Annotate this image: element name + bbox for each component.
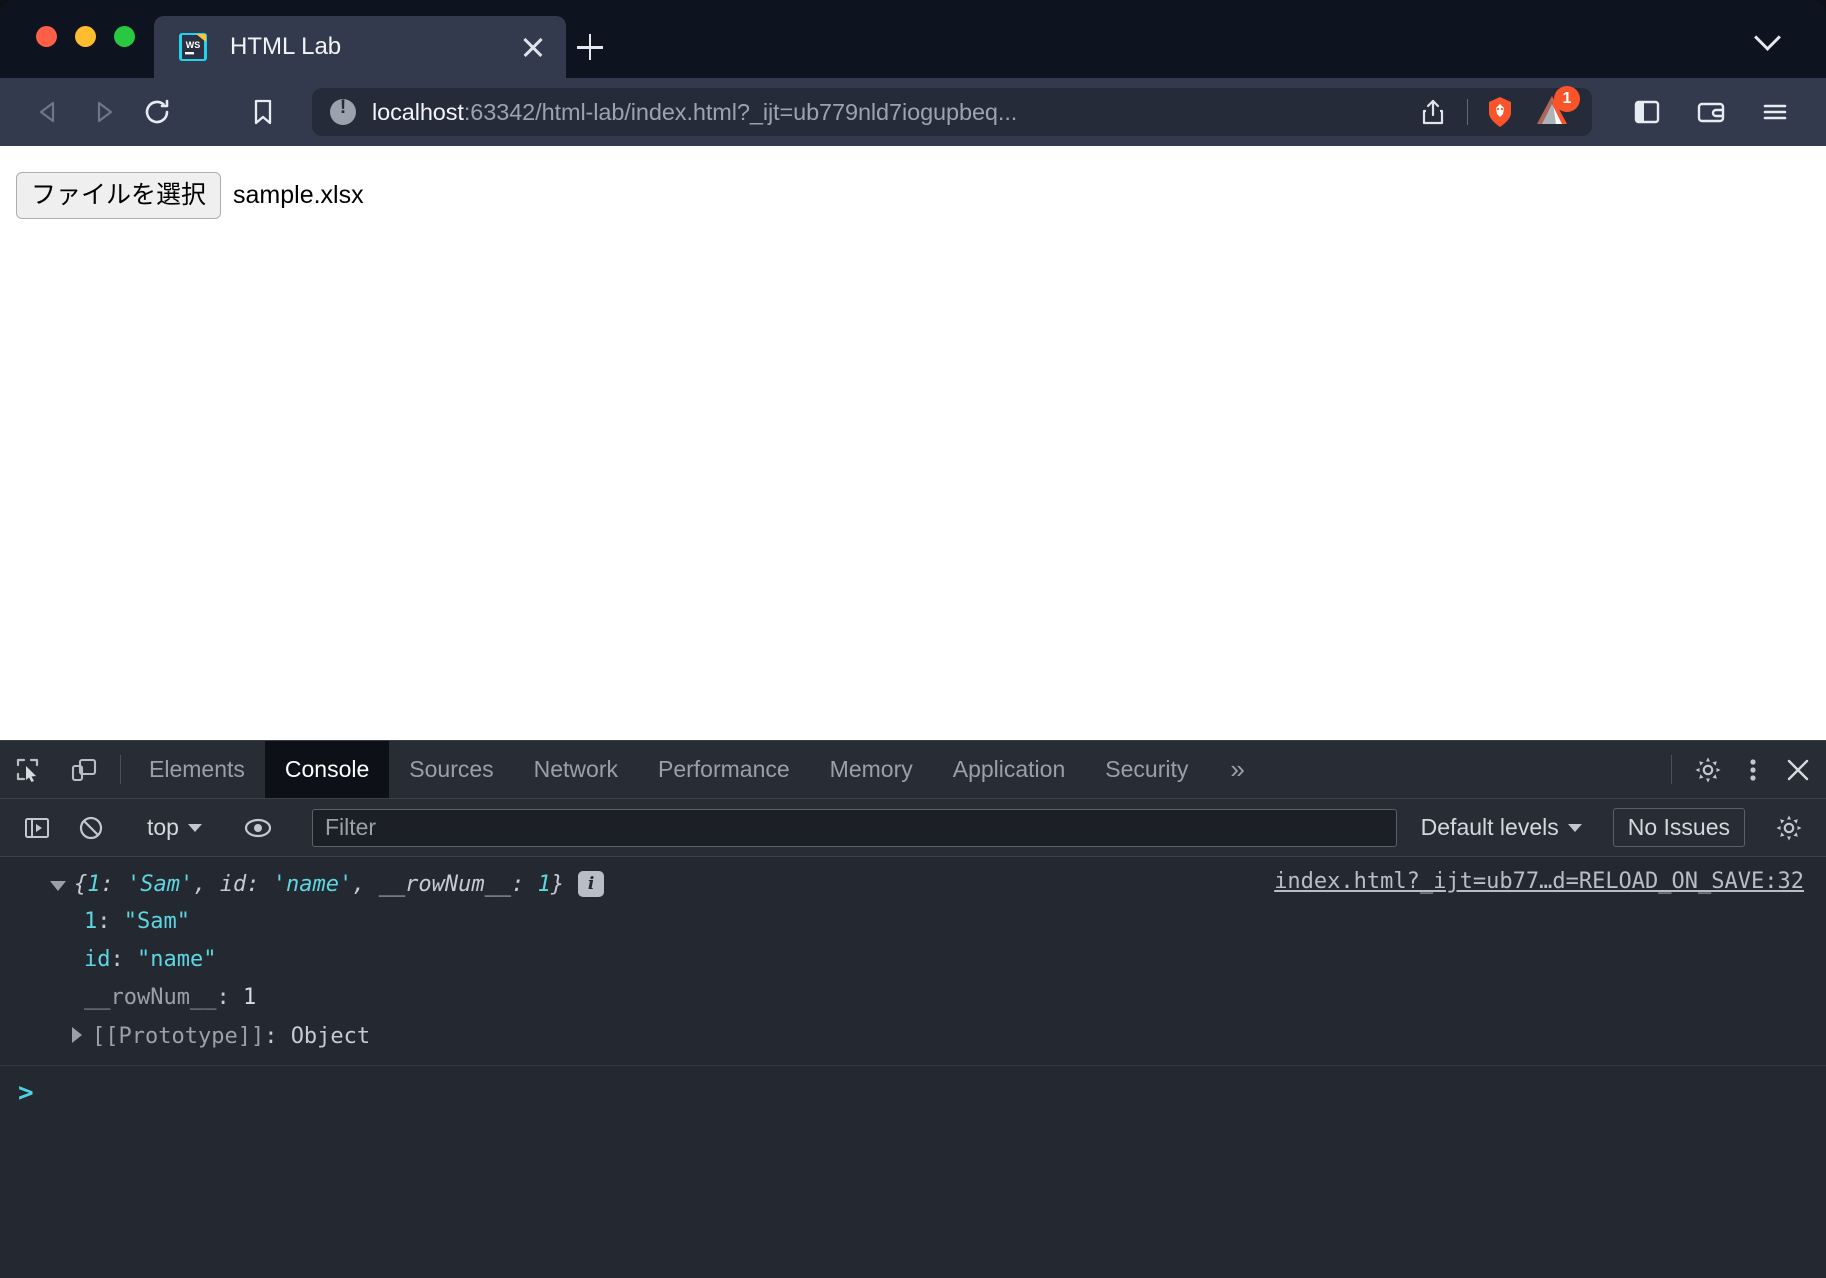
brave-lion-icon[interactable] [1482,94,1518,130]
chevron-down-icon[interactable] [1754,28,1784,48]
console-filter-input[interactable] [312,809,1397,847]
browser-tab-title: HTML Lab [230,33,518,61]
tab-sources[interactable]: Sources [389,741,513,798]
svg-text:WS: WS [186,40,201,50]
forward-arrow-icon[interactable] [76,85,130,139]
object-preview-text: {1: 'Sam', id: 'name', __rowNum__: 1} [74,872,564,897]
prototype-label: [[Prototype]] [92,1024,264,1049]
console-output[interactable]: index.html?_ijt=ub77…d=RELOAD_ON_SAVE:32… [0,857,1826,1278]
console-settings-gear-icon[interactable] [1762,813,1816,843]
tab-security[interactable]: Security [1085,741,1208,798]
prototype-value: Object [291,1024,370,1049]
new-tab-button[interactable] [566,16,614,78]
chevron-down-icon [1568,824,1582,832]
back-arrow-icon[interactable] [22,85,76,139]
hamburger-menu-icon[interactable] [1750,87,1800,137]
console-context-selector[interactable]: top [135,814,214,841]
object-prototype-row[interactable]: [[Prototype]]: Object [0,1017,1826,1055]
url-text: localhost:63342/html-lab/index.html?_ijt… [372,99,1413,126]
share-icon[interactable] [1413,92,1453,132]
toolbar-divider [1671,755,1672,784]
page-viewport: ファイルを選択 sample.xlsx [0,146,1826,740]
close-devtools-icon[interactable] [1770,741,1826,798]
selected-file-name: sample.xlsx [233,181,364,210]
tab-application[interactable]: Application [933,741,1086,798]
browser-tab-strip: WS HTML Lab [0,0,1826,78]
tab-performance[interactable]: Performance [638,741,810,798]
more-tabs-button[interactable]: » [1208,741,1266,798]
bookmark-icon[interactable] [236,85,290,139]
console-levels-label: Default levels [1421,814,1559,841]
sidebar-panel-icon[interactable] [1622,87,1672,137]
tab-memory[interactable]: Memory [810,741,933,798]
chevron-down-icon [188,824,202,832]
url-address-bar[interactable]: localhost:63342/html-lab/index.html?_ijt… [312,88,1592,136]
toolbar-divider [1467,99,1469,125]
extension-badge-count: 1 [1554,86,1580,112]
inspect-element-icon[interactable] [0,741,56,798]
choose-file-button[interactable]: ファイルを選択 [16,172,221,219]
gear-icon[interactable] [1680,741,1736,798]
console-toolbar: top Default levels No Issues [0,799,1826,857]
object-property-row[interactable]: id: "name" [0,941,1826,979]
console-source-link[interactable]: index.html?_ijt=ub77…d=RELOAD_ON_SAVE:32 [1274,869,1804,894]
window-traffic-lights [36,26,135,47]
issues-button[interactable]: No Issues [1613,808,1745,847]
tab-network[interactable]: Network [514,741,638,798]
clear-console-icon[interactable] [64,814,118,842]
browser-tab-html-lab[interactable]: WS HTML Lab [154,16,566,78]
window-close-button[interactable] [36,26,57,47]
info-icon[interactable]: i [578,871,604,897]
file-input-row: ファイルを選択 sample.xlsx [16,172,1826,219]
browser-window: WS HTML Lab [0,0,1826,1278]
device-toggle-icon[interactable] [56,741,112,798]
console-context-value: top [147,814,179,841]
wallet-icon[interactable] [1686,87,1736,137]
disclosure-triangle-icon[interactable] [48,874,68,894]
close-icon[interactable] [518,32,548,62]
webstorm-icon: WS [178,32,208,62]
info-circle-icon[interactable] [330,99,356,125]
console-prompt-caret: > [18,1080,34,1106]
console-prompt-row[interactable]: > [0,1066,1826,1126]
window-minimize-button[interactable] [75,26,96,47]
browser-nav-toolbar: localhost:63342/html-lab/index.html?_ijt… [0,78,1826,146]
devtools-panel: Elements Console Sources Network Perform… [0,740,1826,1278]
reload-icon[interactable] [130,85,184,139]
toolbar-divider [120,755,121,784]
object-property-row[interactable]: 1: "Sam" [0,903,1826,941]
live-expression-icon[interactable] [231,814,285,842]
console-message-row: index.html?_ijt=ub77…d=RELOAD_ON_SAVE:32… [0,857,1826,1066]
window-maximize-button[interactable] [114,26,135,47]
tabbar-spacer [1267,741,1663,798]
disclosure-triangle-icon[interactable] [66,1026,86,1046]
devtools-tabbar: Elements Console Sources Network Perform… [0,741,1826,799]
extension-triangle-icon[interactable]: 1 [1532,92,1576,132]
object-property-row[interactable]: __rowNum__: 1 [0,979,1826,1017]
console-log-levels-dropdown[interactable]: Default levels [1407,814,1596,841]
url-path: :63342/html-lab/index.html?_ijt=ub779nld… [464,99,1017,125]
more-options-icon[interactable] [1736,741,1770,798]
tab-elements[interactable]: Elements [129,741,265,798]
url-host: localhost [372,99,464,125]
tab-row: WS HTML Lab [154,0,614,78]
console-sidebar-icon[interactable] [10,814,64,842]
tab-console[interactable]: Console [265,741,389,798]
console-input[interactable] [34,1080,1826,1120]
